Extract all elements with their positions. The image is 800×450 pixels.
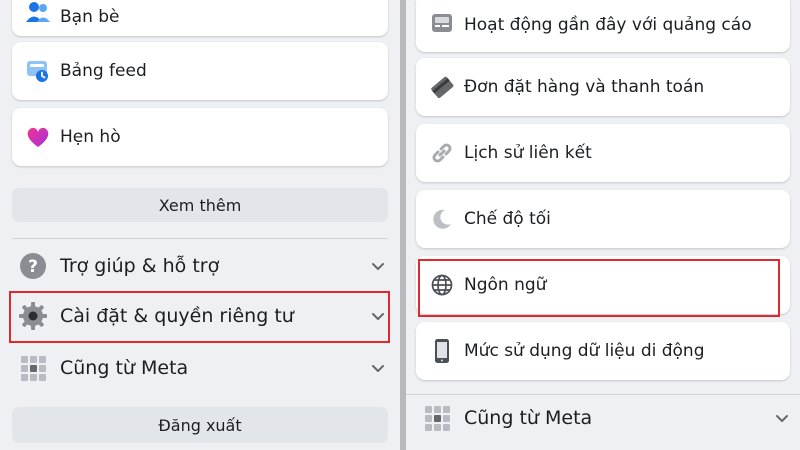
logout-button[interactable]: Đăng xuất [12,407,388,443]
ad-activity-icon [428,9,456,37]
phone-icon [428,337,456,365]
help-icon: ? [16,249,50,283]
section-label: Cũng từ Meta [60,357,189,379]
menu-item-friends[interactable]: Bạn bè [12,0,388,36]
menu-item-label: Chế độ tối [464,209,551,229]
highlight-language-box [418,259,780,317]
divider [12,238,388,239]
menu-item-dating[interactable]: Hẹn hò [12,108,388,166]
chevron-down-icon [372,365,384,372]
section-also-from-meta[interactable]: Cũng từ Meta [16,350,386,386]
card-icon [428,73,456,101]
menu-item-label: Mức sử dụng dữ liệu di động [464,341,705,361]
chevron-down-icon [776,415,788,422]
highlight-settings-box [9,291,390,343]
moon-icon [428,205,456,233]
menu-item-mobile-data[interactable]: Mức sử dụng dữ liệu di động [416,322,790,380]
menu-item-label: Bảng feed [60,61,147,81]
menu-item-label: Lịch sử liên kết [464,143,592,163]
menu-item-feed[interactable]: Bảng feed [12,42,388,100]
menu-item-label: Hẹn hò [60,127,121,147]
grid-icon [16,351,50,385]
see-more-button[interactable]: Xem thêm [12,188,388,222]
feed-icon [24,57,52,85]
chevron-down-icon [372,263,384,270]
link-icon [428,139,456,167]
menu-item-label: Đơn đặt hàng và thanh toán [464,77,705,97]
menu-item-orders-payments[interactable]: Đơn đặt hàng và thanh toán [416,58,790,116]
left-menu-panel: Bạn bè Bảng feed Hẹn hò Xem thêm ? Trợ g… [0,0,400,450]
section-label: Trợ giúp & hỗ trợ [60,255,220,277]
right-settings-panel: Hoạt động gần đây với quảng cáo Đơn đặt … [406,0,800,450]
section-also-from-meta[interactable]: Cũng từ Meta [420,400,790,436]
menu-item-label: Bạn bè [60,7,120,27]
section-label: Cũng từ Meta [464,407,593,429]
menu-item-dark-mode[interactable]: Chế độ tối [416,190,790,248]
dating-heart-icon [24,123,52,151]
grid-icon [420,401,454,435]
menu-item-link-history[interactable]: Lịch sử liên kết [416,124,790,182]
friends-icon [24,0,52,25]
svg-text:?: ? [28,257,38,277]
menu-item-ad-activity[interactable]: Hoạt động gần đây với quảng cáo [416,0,790,52]
divider [406,394,800,395]
menu-item-label: Hoạt động gần đây với quảng cáo [464,15,752,35]
section-help-support[interactable]: ? Trợ giúp & hỗ trợ [16,248,386,284]
